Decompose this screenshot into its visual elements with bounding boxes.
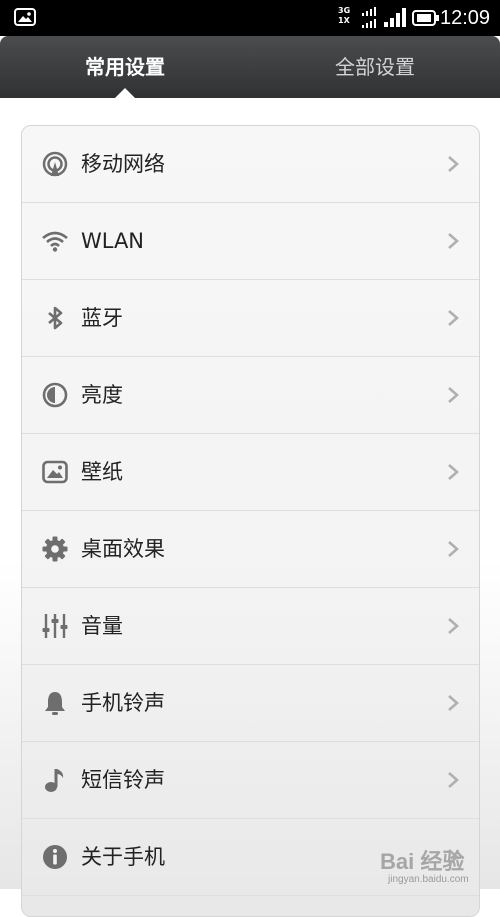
settings-item-desktop-effects[interactable]: 桌面效果 [22, 511, 479, 588]
watermark-url: jingyan.baidu.com [388, 874, 469, 885]
settings-item-label: 短信铃声 [81, 768, 165, 792]
chevron-right-icon [448, 772, 459, 788]
settings-item-label: 蓝牙 [81, 306, 123, 330]
network-1x: 1X [338, 16, 350, 25]
wifi-icon [42, 231, 68, 252]
settings-item-label: 音量 [81, 614, 123, 638]
chevron-right-icon [448, 156, 459, 172]
tab-all-settings[interactable]: 全部设置 [250, 36, 500, 98]
settings-item-wlan[interactable]: WLAN [22, 203, 479, 280]
settings-list: 移动网络 WLAN 蓝牙 亮度 壁纸 桌面效果 音量 手机铃声 短信铃声 关于手… [21, 125, 480, 917]
mobile-network-icon [42, 151, 68, 177]
chevron-right-icon [448, 695, 459, 711]
bluetooth-icon [48, 306, 63, 330]
watermark-text: Bai 经验 [380, 849, 465, 874]
settings-item-label: 桌面效果 [81, 537, 165, 561]
network-type-label: 3G 1X [338, 6, 350, 26]
settings-item-label: 关于手机 [81, 845, 165, 869]
settings-item-mobile-network[interactable]: 移动网络 [22, 126, 479, 203]
gear-icon [42, 536, 68, 562]
brightness-icon [42, 382, 68, 408]
settings-item-brightness[interactable]: 亮度 [22, 357, 479, 434]
chevron-right-icon [448, 387, 459, 403]
settings-item-ringtone[interactable]: 手机铃声 [22, 665, 479, 742]
active-tab-indicator [115, 88, 135, 98]
settings-item-label: 壁纸 [81, 460, 123, 484]
data-activity-icon [362, 7, 376, 28]
baidu-jingyan-watermark: Bai 经验 jingyan.baidu.com [380, 834, 500, 889]
chevron-right-icon [448, 464, 459, 480]
chevron-right-icon [448, 541, 459, 557]
settings-item-sms-tone[interactable]: 短信铃声 [22, 742, 479, 819]
settings-item-label: 移动网络 [81, 152, 165, 176]
settings-item-label: 亮度 [81, 383, 123, 407]
wallpaper-icon [42, 460, 68, 484]
network-3g: 3G [338, 6, 351, 15]
settings-item-wallpaper[interactable]: 壁纸 [22, 434, 479, 511]
settings-item-label: 手机铃声 [81, 691, 165, 715]
settings-tab-bar: 常用设置 全部设置 [0, 36, 500, 98]
volume-sliders-icon [42, 614, 68, 638]
chevron-right-icon [448, 310, 459, 326]
settings-item-bluetooth[interactable]: 蓝牙 [22, 280, 479, 357]
signal-strength-icon [384, 8, 406, 27]
music-note-icon [45, 769, 64, 792]
status-bar: 3G 1X 12:09 [0, 0, 500, 36]
clock-time: 12:09 [440, 7, 491, 29]
chevron-right-icon [448, 618, 459, 634]
settings-item-label: WLAN [81, 229, 145, 253]
settings-item-volume[interactable]: 音量 [22, 588, 479, 665]
picture-notification-icon [14, 8, 36, 26]
info-icon [43, 845, 67, 869]
chevron-right-icon [448, 233, 459, 249]
battery-icon [412, 10, 439, 26]
bell-icon [45, 692, 65, 715]
